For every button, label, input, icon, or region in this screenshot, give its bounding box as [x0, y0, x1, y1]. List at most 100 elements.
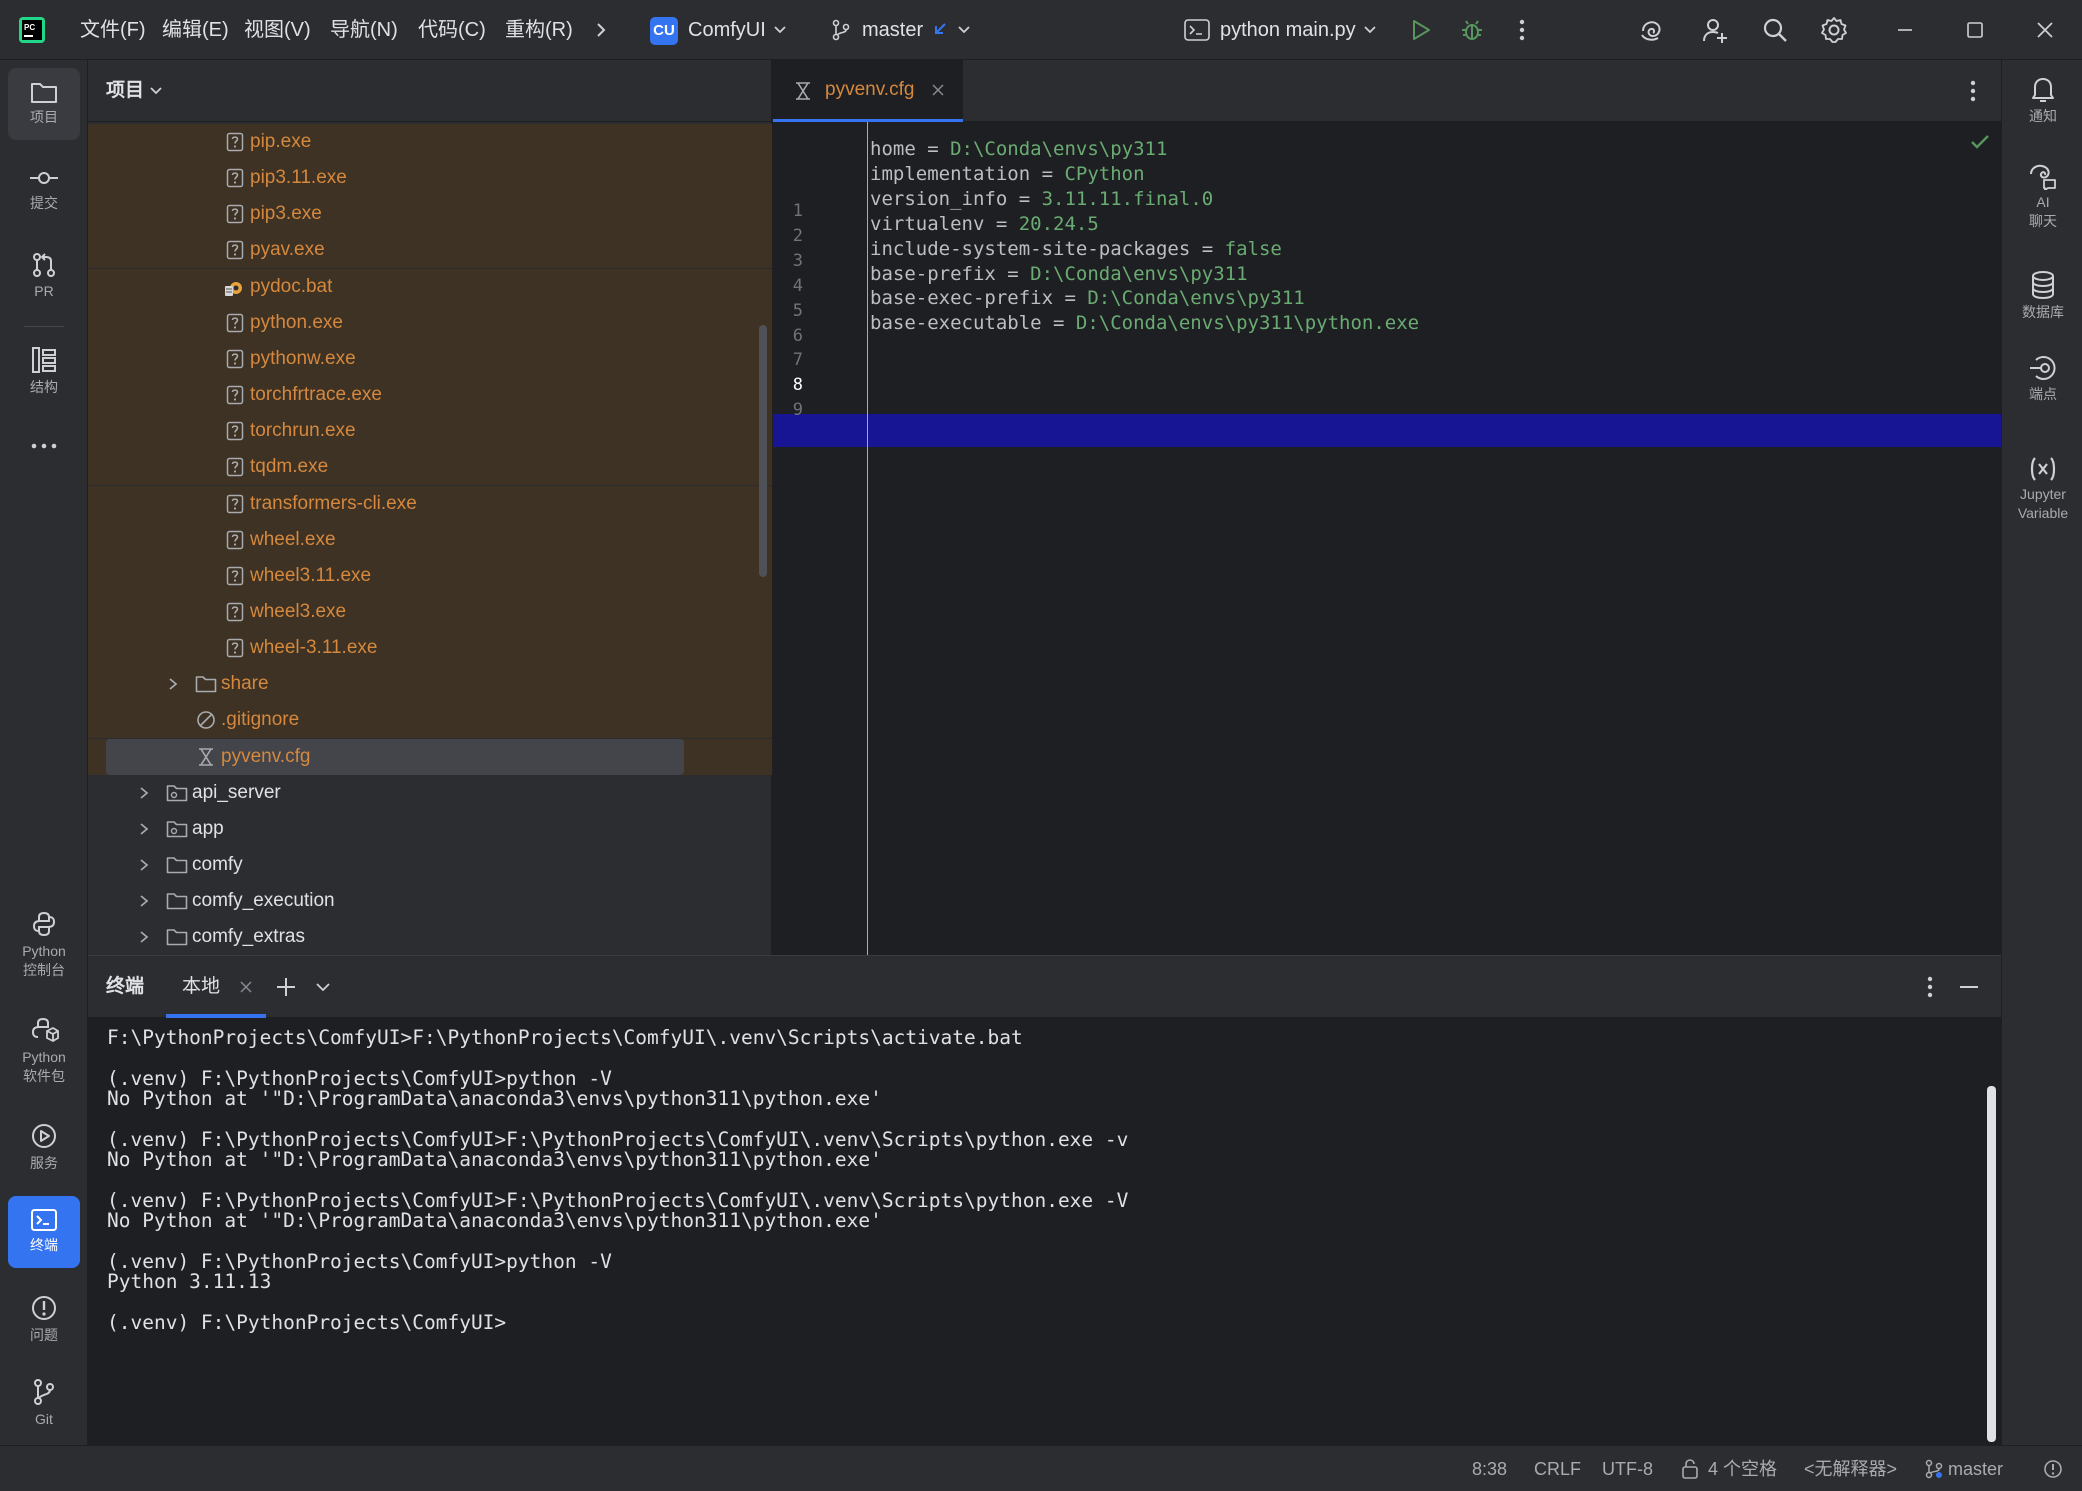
chevron-right-icon[interactable]	[136, 857, 152, 873]
close-tab-icon[interactable]	[929, 81, 947, 99]
more-tools-icon[interactable]	[24, 438, 64, 454]
chevron-right-icon[interactable]	[136, 785, 152, 801]
tree-item[interactable]: python.exe	[88, 304, 772, 341]
tool-services[interactable]: 服务	[8, 1110, 80, 1190]
close-window-icon[interactable]	[2030, 15, 2060, 45]
tool-structure[interactable]: 结构	[8, 334, 80, 406]
add-user-icon[interactable]	[1700, 15, 1730, 45]
status-branch[interactable]: master	[1948, 1446, 2003, 1491]
tool-git[interactable]: Git	[8, 1366, 80, 1438]
tool-project-label: 项目	[30, 109, 58, 125]
tool-pull-requests[interactable]: PR	[8, 240, 80, 312]
interpreter-selector[interactable]: <无解释器>	[1804, 1446, 1897, 1491]
menu-item-0[interactable]: 文件(F)	[80, 0, 146, 60]
more-menus-chevron-icon[interactable]	[590, 18, 612, 42]
indent-setting[interactable]: 4 个空格	[1708, 1446, 1777, 1491]
close-tab-icon[interactable]	[238, 979, 254, 995]
tree-item-label: torchfrtrace.exe	[250, 384, 382, 406]
chevron-right-icon[interactable]	[165, 676, 181, 692]
unknown-file-icon	[224, 312, 246, 334]
menu-item-4[interactable]: 代码(C)	[418, 0, 486, 60]
chevron-right-icon[interactable]	[136, 821, 152, 837]
hide-panel-icon[interactable]	[1956, 974, 1982, 1000]
tool-python-console[interactable]: Python 控制台	[8, 898, 80, 998]
tree-item[interactable]: wheel3.11.exe	[88, 557, 772, 594]
chevron-down-icon[interactable]	[313, 978, 333, 996]
tree-item[interactable]: api_server	[88, 775, 772, 811]
tree-item[interactable]: share	[88, 666, 772, 703]
current-line-highlight	[773, 414, 2001, 447]
tree-item[interactable]: app	[88, 811, 772, 847]
tool-python-packages[interactable]: Python 软件包	[8, 1004, 80, 1104]
config-value: D:\Conda\envs\py311	[1087, 287, 1305, 310]
chevron-right-icon[interactable]	[136, 929, 152, 945]
tree-item-label: .gitignore	[221, 709, 300, 731]
editor-tab-pyvenv[interactable]: pyvenv.cfg	[773, 60, 963, 122]
tree-item[interactable]: comfy	[88, 847, 772, 883]
new-terminal-plus-icon[interactable]	[273, 974, 299, 1000]
tool-problems[interactable]: 问题	[8, 1282, 80, 1354]
tool-ai-chat[interactable]: AI 聊天	[2006, 162, 2080, 252]
menu-item-5[interactable]: 重构(R)	[505, 0, 573, 60]
tool-jupyter-variables[interactable]: Jupyter Variable	[2006, 456, 2080, 546]
vcs-branch-widget[interactable]: master	[830, 0, 980, 60]
settings-gear-icon[interactable]	[1819, 15, 1849, 45]
tree-item[interactable]: wheel-3.11.exe	[88, 630, 772, 667]
minimize-window-icon[interactable]	[1890, 15, 1920, 45]
tree-item[interactable]: torchfrtrace.exe	[88, 377, 772, 414]
run-icon[interactable]	[1407, 16, 1435, 44]
run-config-widget[interactable]: python main.py	[1184, 0, 1384, 60]
ai-assistant-icon[interactable]	[1638, 16, 1666, 44]
tool-commit[interactable]: 提交	[8, 154, 80, 226]
terminal-scrollbar[interactable]	[1987, 1086, 1996, 1442]
config-key: base-executable	[870, 312, 1042, 335]
chevron-down-icon	[1362, 22, 1378, 38]
tool-database[interactable]: 数据库	[2006, 270, 2080, 342]
search-icon[interactable]	[1760, 15, 1790, 45]
problems-status-icon[interactable]	[2042, 1458, 2064, 1480]
debug-icon[interactable]	[1458, 16, 1486, 44]
tree-item[interactable]: pip3.exe	[88, 196, 772, 233]
tool-project[interactable]: 项目	[8, 68, 80, 140]
tool-endpoints[interactable]: 端点	[2006, 354, 2080, 426]
terminal-line: No Python at '"D:\ProgramData\anaconda3\…	[107, 1209, 882, 1233]
tree-item[interactable]: pythonw.exe	[88, 340, 772, 377]
chevron-down-icon	[956, 22, 972, 38]
tree-item[interactable]: .gitignore	[88, 702, 772, 739]
selected-row-highlight	[106, 738, 684, 775]
tree-item[interactable]: transformers-cli.exe	[88, 485, 772, 522]
maximize-window-icon[interactable]	[1960, 15, 1990, 45]
menu-item-2[interactable]: 视图(V)	[244, 0, 311, 60]
tree-item[interactable]: wheel.exe	[88, 521, 772, 558]
editor-more-icon[interactable]	[1963, 78, 1983, 104]
tree-scrollbar[interactable]	[759, 325, 767, 577]
tree-item[interactable]: pip.exe	[88, 124, 772, 160]
tree-item[interactable]: comfy_execution	[88, 883, 772, 919]
tree-item[interactable]: pydoc.bat	[88, 268, 772, 305]
terminal-tab-local[interactable]: 本地	[166, 956, 266, 1018]
tree-item[interactable]: pyav.exe	[88, 232, 772, 269]
menu-item-3[interactable]: 导航(N)	[330, 0, 398, 60]
file-encoding[interactable]: UTF-8	[1602, 1446, 1653, 1491]
tree-item[interactable]: torchrun.exe	[88, 413, 772, 450]
caret-position[interactable]: 8:38	[1472, 1446, 1507, 1491]
tool-terminal[interactable]: 终端	[8, 1196, 80, 1268]
no-problems-check-icon[interactable]	[1968, 130, 1992, 154]
project-pane-title[interactable]: 项目	[106, 60, 144, 122]
more-actions-icon[interactable]	[1512, 16, 1532, 44]
pycharm-logo-icon[interactable]: PC	[18, 16, 46, 44]
project-widget[interactable]: CU ComfyUI	[650, 0, 790, 60]
menu-item-1[interactable]: 编辑(E)	[162, 0, 229, 60]
tool-notifications[interactable]: 通知	[2006, 74, 2080, 146]
chevron-right-icon[interactable]	[136, 893, 152, 909]
tree-item[interactable]: pip3.11.exe	[88, 160, 772, 197]
terminal-more-icon[interactable]	[1920, 974, 1940, 1000]
branch-icon	[830, 19, 852, 41]
tree-item[interactable]: wheel3.exe	[88, 593, 772, 630]
tree-item[interactable]: tqdm.exe	[88, 449, 772, 486]
tree-item[interactable]: comfy_extras	[88, 919, 772, 955]
tree-item[interactable]: pyvenv.cfg	[88, 738, 772, 775]
terminal-line: F:\PythonProjects\ComfyUI>F:\PythonProje…	[107, 1026, 1023, 1049]
line-separator[interactable]: CRLF	[1534, 1446, 1581, 1491]
chevron-down-icon[interactable]	[148, 83, 164, 99]
